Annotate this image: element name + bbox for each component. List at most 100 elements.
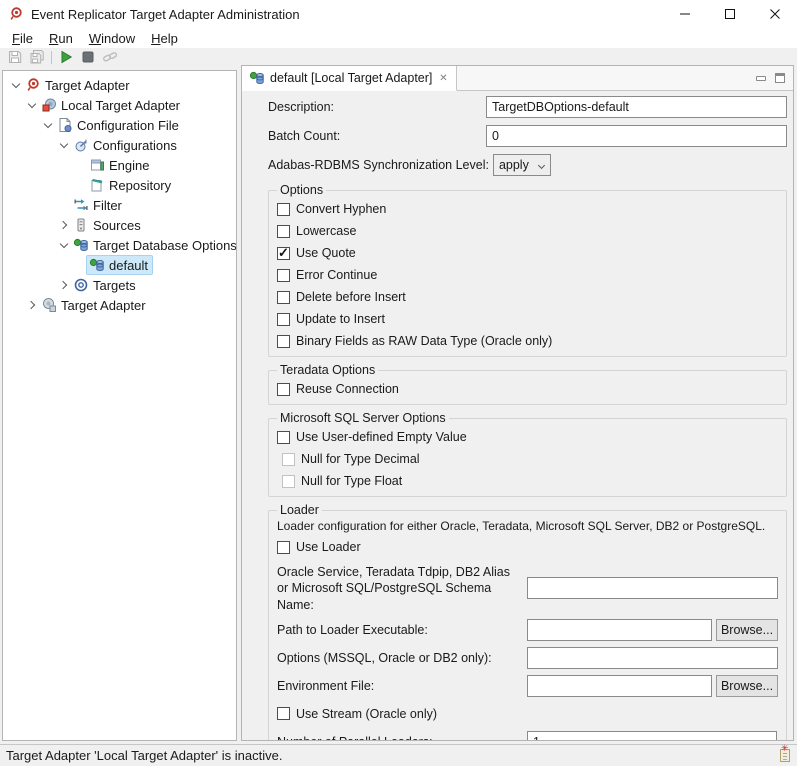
maximize-window-button[interactable] <box>707 0 752 28</box>
parallel-loaders-input[interactable] <box>527 731 777 740</box>
tree-item-sources[interactable]: Sources <box>3 215 236 235</box>
loader-group-title: Loader <box>277 503 322 517</box>
checkbox-icon <box>277 313 290 326</box>
maximize-view-icon <box>775 73 785 83</box>
loader-options-input[interactable] <box>527 647 778 669</box>
tree-item-default[interactable]: default <box>3 255 236 275</box>
minimize-view-icon <box>756 76 766 81</box>
checkbox-error-continue[interactable]: Error Continue <box>277 264 778 286</box>
checkbox-icon <box>277 247 290 260</box>
checkbox-use-stream[interactable]: Use Stream (Oracle only) <box>277 703 778 725</box>
checkbox-label: Error Continue <box>296 268 377 282</box>
target-db-options-icon <box>249 70 265 86</box>
menu-run[interactable]: Run <box>41 29 81 48</box>
sync-level-label: Adabas-RDBMS Synchronization Level: <box>268 158 489 172</box>
batch-count-input[interactable] <box>486 125 787 147</box>
app-target-adapter-icon <box>8 6 24 22</box>
tree-item-target-adapter[interactable]: Target Adapter <box>3 75 236 95</box>
maximize-view-button[interactable] <box>775 73 785 83</box>
minimize-icon <box>679 8 691 20</box>
targets-icon <box>73 277 89 293</box>
checkbox-label: Use Stream (Oracle only) <box>296 707 437 721</box>
tree-item-target-adapter-2[interactable]: Target Adapter <box>3 295 236 315</box>
checkbox-lowercase[interactable]: Lowercase <box>277 220 778 242</box>
menu-file[interactable]: File <box>4 29 41 48</box>
checkbox-null-type-float: Null for Type Float <box>282 470 778 492</box>
target-adapter-alt-icon <box>41 297 57 313</box>
tree-item-repository[interactable]: Repository <box>3 175 236 195</box>
configuration-file-icon <box>57 117 73 133</box>
editor-pane: default [Local Target Adapter] Descripti… <box>241 65 794 741</box>
menu-window[interactable]: Window <box>81 29 143 48</box>
loader-options-label: Options (MSSQL, Oracle or DB2 only): <box>277 650 527 666</box>
options-group: Options Convert Hyphen Lowercase Use Quo… <box>268 183 787 357</box>
expander-icon[interactable] <box>57 238 71 252</box>
link-icon <box>102 49 118 65</box>
checkbox-update-to-insert[interactable]: Update to Insert <box>277 308 778 330</box>
expander-icon[interactable] <box>57 138 71 152</box>
loader-path-browse-button[interactable]: Browse... <box>716 619 778 641</box>
checkbox-icon <box>277 225 290 238</box>
tree-item-label: Target Adapter <box>45 78 130 93</box>
checkbox-label: Reuse Connection <box>296 382 399 396</box>
tree-item-configuration-file[interactable]: Configuration File <box>3 115 236 135</box>
navigation-tree: Target Adapter Local Target Adapter Conf… <box>2 70 237 741</box>
checkbox-delete-before-insert[interactable]: Delete before Insert <box>277 286 778 308</box>
minimize-window-button[interactable] <box>662 0 707 28</box>
tree-item-targets[interactable]: Targets <box>3 275 236 295</box>
expander-icon[interactable] <box>25 98 39 112</box>
loader-path-label: Path to Loader Executable: <box>277 622 527 638</box>
loader-group: Loader Loader configuration for either O… <box>268 503 787 740</box>
checkbox-label: Update to Insert <box>296 312 385 326</box>
checkbox-icon <box>277 383 290 396</box>
description-label: Description: <box>268 100 486 114</box>
tree-item-label: Local Target Adapter <box>61 98 180 113</box>
sync-level-value: apply <box>499 158 529 172</box>
checkbox-reuse-connection[interactable]: Reuse Connection <box>277 378 778 400</box>
run-icon <box>58 49 74 65</box>
close-window-button[interactable] <box>752 0 797 28</box>
checkbox-null-type-decimal: Null for Type Decimal <box>282 448 778 470</box>
menu-help[interactable]: Help <box>143 29 186 48</box>
expander-icon[interactable] <box>57 278 71 292</box>
checkbox-icon <box>277 707 290 720</box>
tree-item-target-database-options[interactable]: Target Database Options <box>3 235 236 255</box>
sources-icon <box>73 217 89 233</box>
notification-icon[interactable] <box>780 749 790 762</box>
expander-icon[interactable] <box>41 118 55 132</box>
target-db-options-icon <box>73 237 89 253</box>
tab-strip-filler <box>457 66 748 90</box>
checkbox-use-loader[interactable]: Use Loader <box>277 536 778 558</box>
checkbox-use-quote[interactable]: Use Quote <box>277 242 778 264</box>
checkbox-binary-fields-raw[interactable]: Binary Fields as RAW Data Type (Oracle o… <box>277 330 778 352</box>
tab-default-local-target-adapter[interactable]: default [Local Target Adapter] <box>242 66 457 91</box>
batch-count-label: Batch Count: <box>268 129 486 143</box>
expander-icon <box>73 258 87 272</box>
tree-item-local-target-adapter[interactable]: Local Target Adapter <box>3 95 236 115</box>
schema-name-input[interactable] <box>527 577 778 599</box>
options-group-title: Options <box>277 183 326 197</box>
expander-icon[interactable] <box>25 298 39 312</box>
environment-file-browse-button[interactable]: Browse... <box>716 675 778 697</box>
tree-item-filter[interactable]: Filter <box>3 195 236 215</box>
checkbox-convert-hyphen[interactable]: Convert Hyphen <box>277 198 778 220</box>
save-all-icon <box>29 49 45 65</box>
loader-path-input[interactable] <box>527 619 712 641</box>
description-input[interactable] <box>486 96 787 118</box>
loader-description: Loader configuration for either Oracle, … <box>277 519 778 533</box>
tree-item-label: Configuration File <box>77 118 179 133</box>
environment-file-input[interactable] <box>527 675 712 697</box>
tree-item-engine[interactable]: Engine <box>3 155 236 175</box>
checkbox-label: Use Loader <box>296 540 361 554</box>
minimize-view-button[interactable] <box>756 76 766 81</box>
tree-item-configurations[interactable]: Configurations <box>3 135 236 155</box>
sync-level-dropdown[interactable]: apply <box>493 154 551 176</box>
checkbox-user-defined-empty-value[interactable]: Use User-defined Empty Value <box>277 426 778 448</box>
tab-close-icon[interactable] <box>437 73 449 84</box>
expander-icon[interactable] <box>57 218 71 232</box>
expander-icon[interactable] <box>9 78 23 92</box>
checkbox-label: Binary Fields as RAW Data Type (Oracle o… <box>296 334 552 348</box>
expander-icon <box>73 178 87 192</box>
editor-tab-bar: default [Local Target Adapter] <box>242 66 793 91</box>
tree-item-label: Sources <box>93 218 141 233</box>
